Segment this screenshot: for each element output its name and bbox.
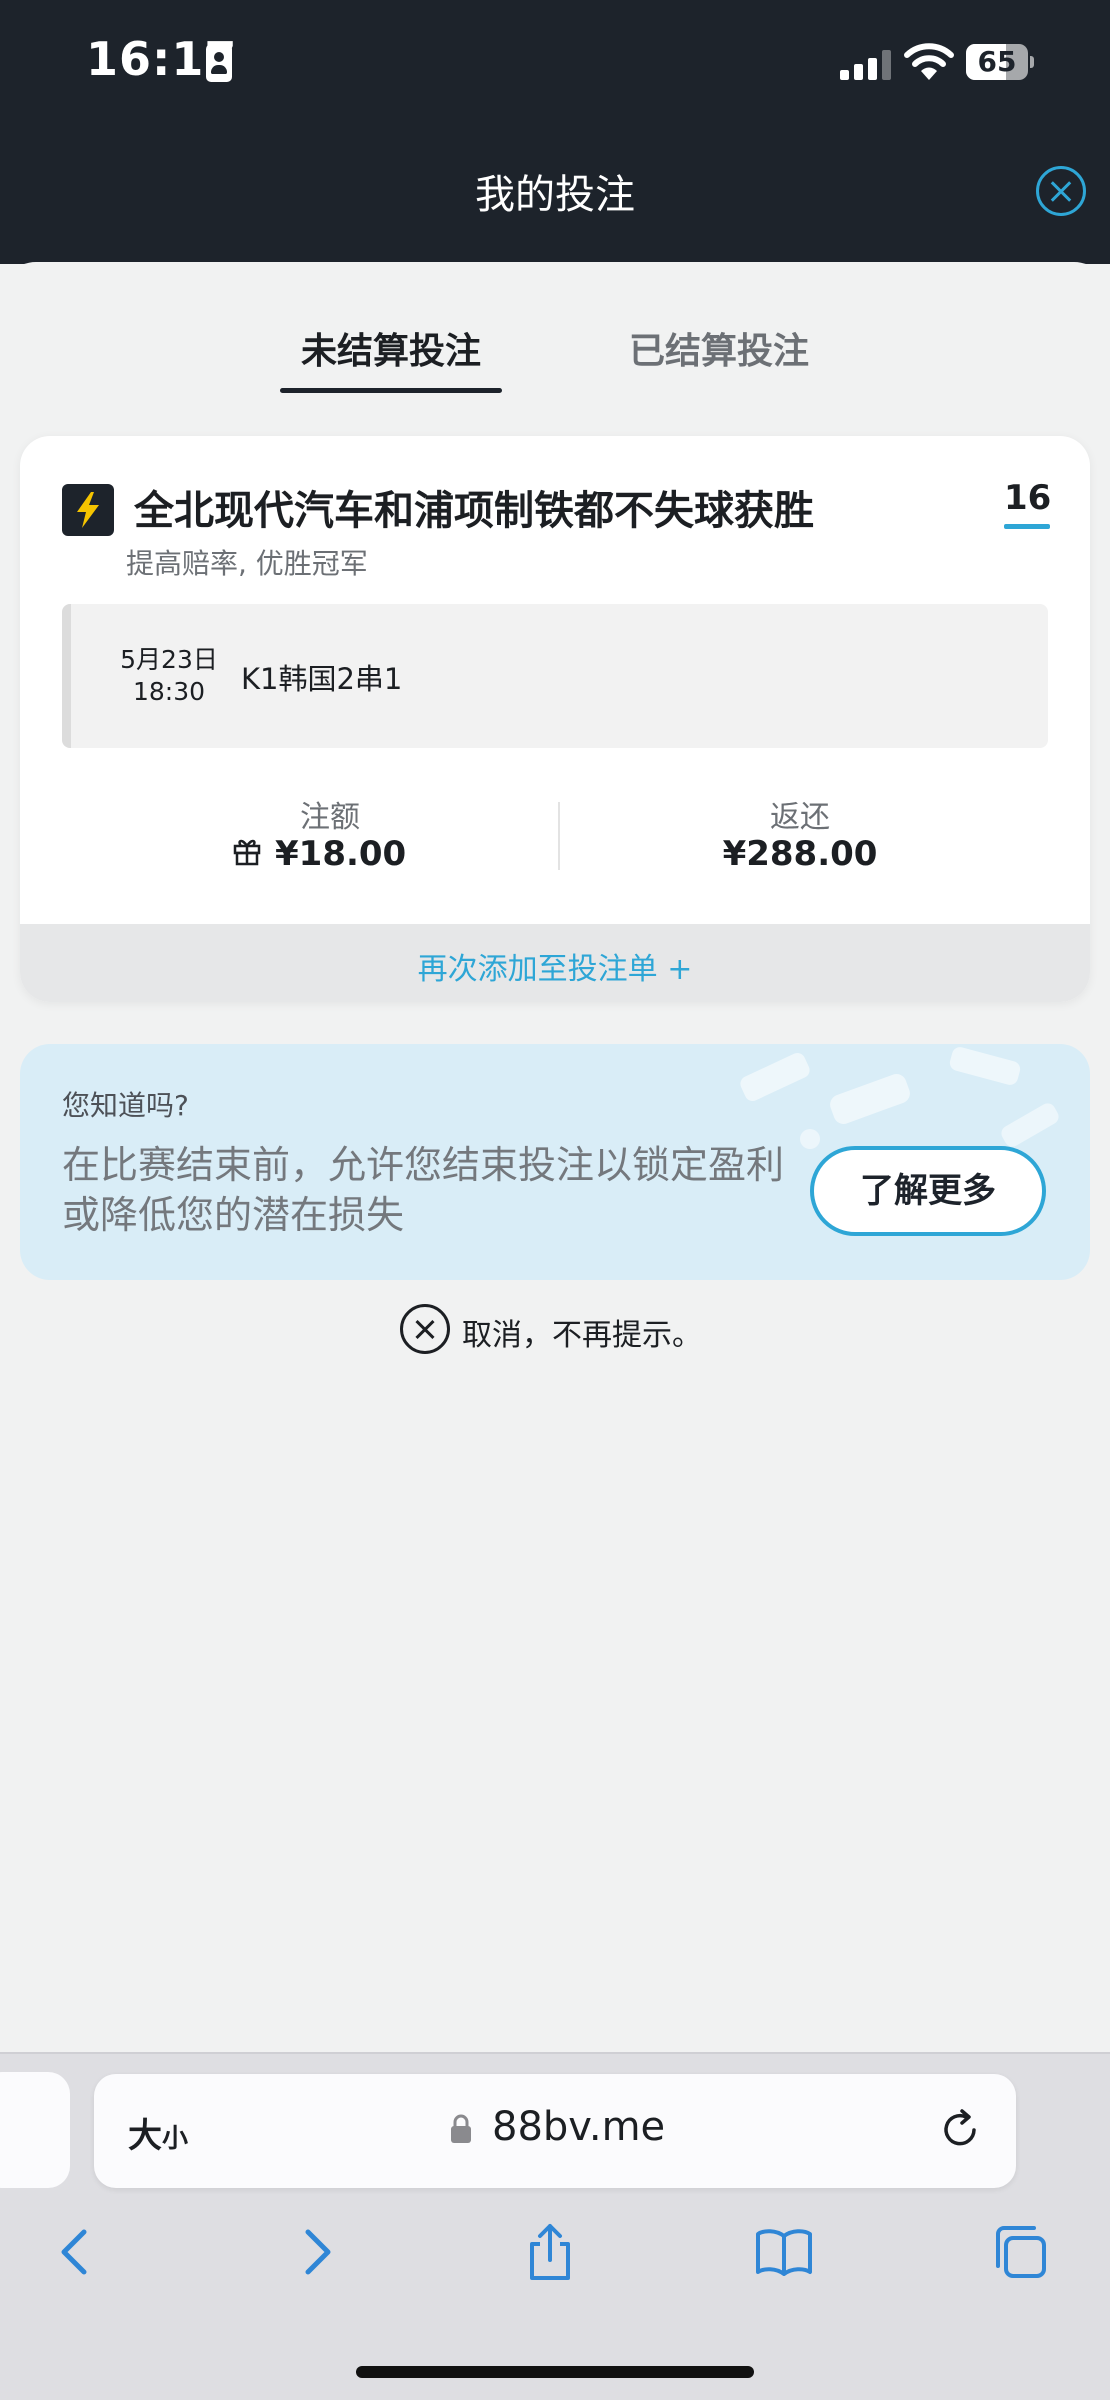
home-indicator <box>356 2366 754 2378</box>
address-bar[interactable]: 大小 88bv.me <box>94 2074 1016 2188</box>
contact-card-icon <box>206 44 232 82</box>
text-size-small: 小 <box>162 2124 189 2154</box>
reload-icon[interactable] <box>936 2106 984 2154</box>
page-title: 我的投注 <box>475 172 635 218</box>
url-text[interactable]: 88bv.me <box>492 2104 665 2150</box>
lightning-bolt-icon <box>62 484 114 536</box>
dismiss-close-icon[interactable] <box>400 1304 450 1354</box>
bookmarks-icon[interactable] <box>754 2222 814 2282</box>
readd-bar: 再次添加至投注单 + <box>20 924 1090 1002</box>
gift-icon <box>233 839 261 866</box>
learn-more-button[interactable]: 了解更多 <box>810 1146 1046 1236</box>
share-icon[interactable] <box>520 2222 580 2282</box>
tab-settled-bets[interactable]: 已结算投注 <box>610 322 828 374</box>
readd-to-betslip-link[interactable]: 再次添加至投注单 + <box>20 944 1090 988</box>
leg-date: 5月23日 <box>120 645 218 674</box>
lock-icon <box>451 2114 471 2143</box>
tip-body: 在比赛结束前，允许您结束投注以锁定盈利或降低您的潜在损失 <box>62 1143 785 1237</box>
return-value: ¥288.00 <box>722 834 878 874</box>
previous-tab-preview[interactable] <box>0 2072 70 2188</box>
stake-label: 注额 <box>300 800 360 835</box>
dismiss-tip-label[interactable]: 取消，不再提示。 <box>462 1310 702 1354</box>
bet-odds-count[interactable]: 16 <box>1004 478 1051 518</box>
close-icon[interactable] <box>1036 166 1086 216</box>
text-size-button[interactable]: 大小 <box>128 2108 188 2157</box>
bet-title: 全北现代汽车和浦项制铁都不失球获胜 <box>134 488 814 534</box>
bet-leg: 5月23日 18:30 K1韩国2串1 <box>62 604 1048 748</box>
browser-toolbar: 大小 88bv.me <box>0 2052 1110 2400</box>
battery-level: 65 <box>977 45 1017 78</box>
battery-icon: 65 <box>966 44 1034 80</box>
stake-return-divider <box>558 802 560 870</box>
cellular-signal-icon <box>840 50 892 80</box>
page-header: 我的投注 <box>0 122 1110 264</box>
tab-unsettled-bets[interactable]: 未结算投注 <box>280 322 502 374</box>
tip-heading: 您知道吗? <box>62 1089 189 1122</box>
return-label: 返还 <box>770 800 830 835</box>
tabs-icon[interactable] <box>990 2222 1050 2282</box>
back-icon[interactable] <box>46 2222 106 2282</box>
bet-subtitle: 提高赔率, 优胜冠军 <box>126 547 368 580</box>
status-bar: 16:17 65 <box>0 0 1110 122</box>
forward-icon[interactable] <box>286 2222 346 2282</box>
tip-card: 您知道吗? 在比赛结束前，允许您结束投注以锁定盈利或降低您的潜在损失 了解更多 <box>20 1044 1090 1280</box>
dismiss-tip-row[interactable]: 取消，不再提示。 <box>0 1302 1110 1358</box>
bet-card[interactable]: 全北现代汽车和浦项制铁都不失球获胜 提高赔率, 优胜冠军 16 5月23日 18… <box>20 436 1090 1002</box>
bet-count-underline <box>1004 524 1050 529</box>
leg-datetime: 5月23日 18:30 <box>119 644 219 708</box>
wifi-icon <box>904 43 954 80</box>
stake-value: ¥18.00 <box>275 834 407 874</box>
active-tab-indicator <box>280 388 502 393</box>
leg-time: 18:30 <box>132 677 206 706</box>
text-size-large: 大 <box>128 2116 162 2156</box>
leg-league: K1韩国2串1 <box>241 662 403 696</box>
